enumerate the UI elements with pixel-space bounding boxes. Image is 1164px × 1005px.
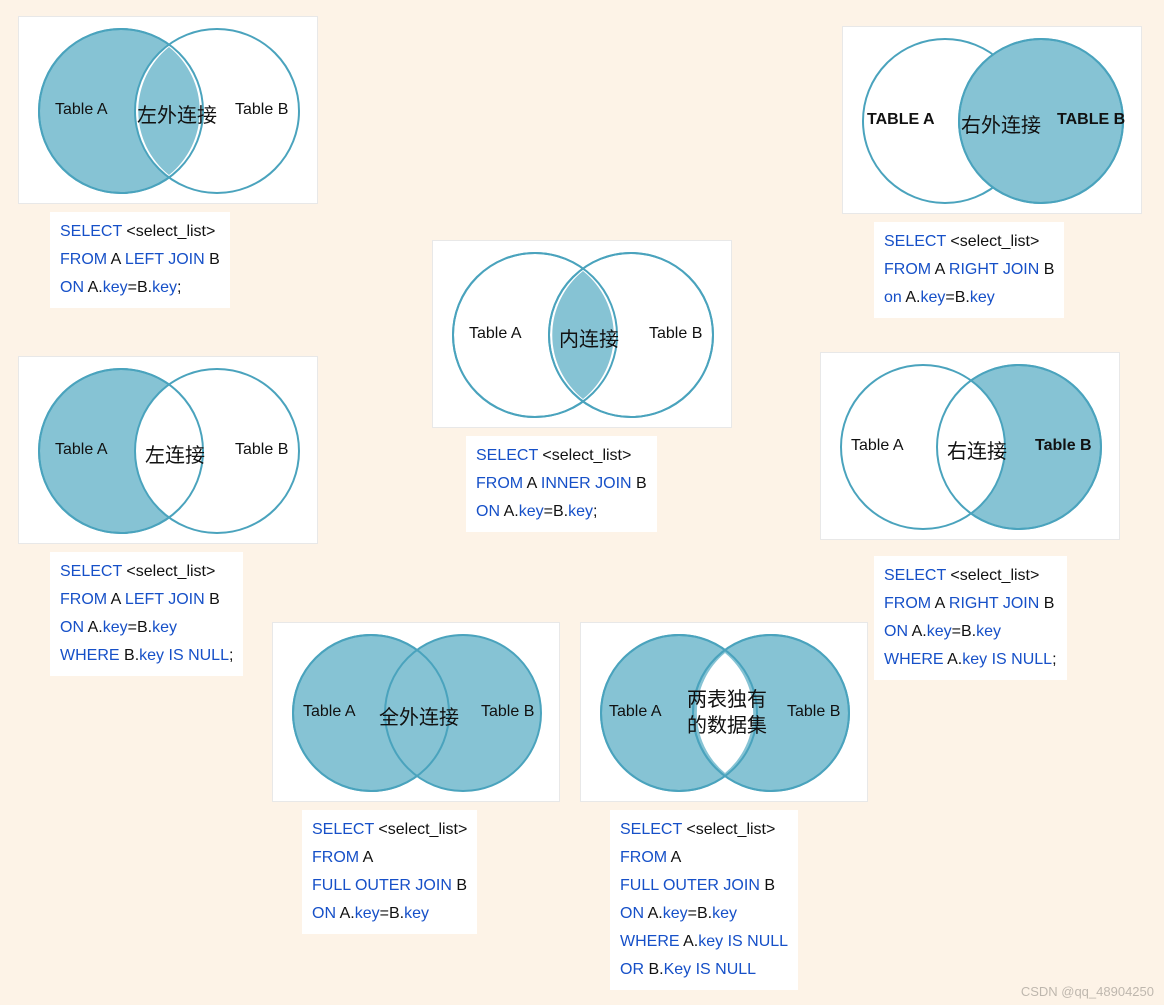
venn-full-excl: Table A 两表独有的数据集 Table B	[580, 622, 868, 802]
sql-full-excl: SELECT <select_list> FROM A FULL OUTER J…	[610, 810, 798, 990]
venn-right-outer: TABLE A 右外连接 TABLE B	[842, 26, 1142, 214]
sql-inner: SELECT <select_list> FROM A INNER JOIN B…	[466, 436, 657, 532]
sql-right-outer: SELECT <select_list> FROM A RIGHT JOIN B…	[874, 222, 1064, 318]
sql-left-only: SELECT <select_list> FROM A LEFT JOIN B …	[50, 552, 243, 676]
sql-left-outer: SELECT <select_list> FROM A LEFT JOIN B …	[50, 212, 230, 308]
venn-right-only: Table A 右连接 Table B	[820, 352, 1120, 540]
watermark: CSDN @qq_48904250	[1021, 984, 1154, 999]
sql-full-outer: SELECT <select_list> FROM A FULL OUTER J…	[302, 810, 477, 934]
sql-right-only: SELECT <select_list> FROM A RIGHT JOIN B…	[874, 556, 1067, 680]
venn-left-only: Table A 左连接 Table B	[18, 356, 318, 544]
venn-full-outer: Table A 全外连接 Table B	[272, 622, 560, 802]
venn-inner: Table A 内连接 Table B	[432, 240, 732, 428]
venn-left-outer: Table A 左外连接 Table B	[18, 16, 318, 204]
